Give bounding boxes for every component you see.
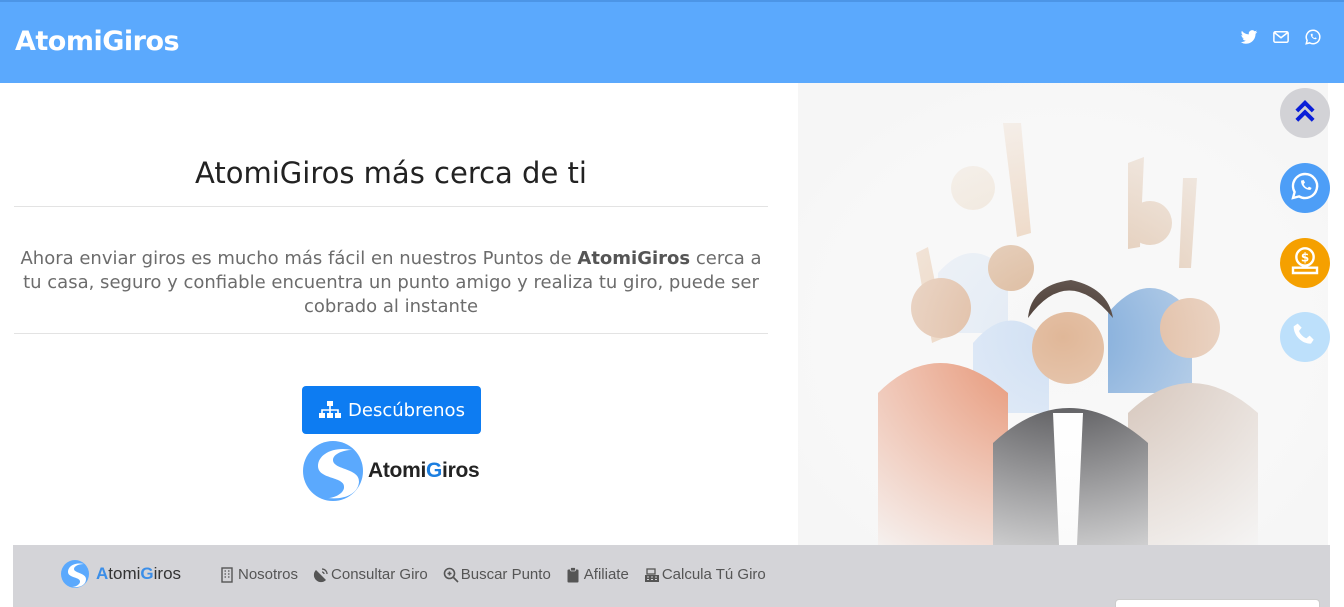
- hero-description: Ahora enviar giros es mucho más fácil en…: [20, 248, 762, 317]
- search-plus-icon: [443, 567, 459, 583]
- hero-section: AtomiGiros más cerca de ti Ahora enviar …: [14, 83, 768, 545]
- money-float-button[interactable]: $: [1280, 238, 1330, 288]
- nav-item-buscar-punto[interactable]: Buscar Punto: [443, 566, 551, 583]
- double-chevron-up-icon: [1291, 97, 1319, 129]
- discover-label: Descúbrenos: [348, 399, 465, 421]
- phone-float-button[interactable]: [1280, 312, 1330, 362]
- hero-bold-brand: AtomiGiros: [577, 248, 691, 269]
- social-links: [1240, 28, 1322, 46]
- hero-people-image: [798, 83, 1328, 545]
- scroll-top-button[interactable]: [1280, 88, 1330, 138]
- cash-register-icon: [644, 567, 659, 583]
- clipboard-icon: [566, 566, 580, 583]
- nav-item-nosotros[interactable]: Nosotros: [220, 566, 298, 583]
- sitemap-icon: [318, 400, 342, 420]
- phone-icon: [1289, 319, 1321, 355]
- twitter-icon[interactable]: [1240, 28, 1258, 46]
- footer-brand[interactable]: AtomiGiros: [60, 559, 181, 589]
- corner-widget[interactable]: [1115, 599, 1320, 607]
- divider: [14, 333, 768, 334]
- building-icon: [220, 566, 234, 583]
- nav-item-calcula-tu-giro[interactable]: Calcula Tú Giro: [644, 566, 766, 583]
- svg-text:$: $: [1301, 250, 1309, 264]
- nav-item-consultar-giro[interactable]: Consultar Giro: [313, 566, 428, 583]
- logo-wordmark: AtomiGiros: [368, 459, 480, 482]
- logo-mark-icon: [60, 559, 90, 589]
- footer-wordmark: AtomiGiros: [96, 564, 182, 583]
- whatsapp-float-button[interactable]: [1280, 163, 1330, 213]
- brand-title[interactable]: AtomiGiros: [15, 26, 180, 57]
- discover-button[interactable]: Descúbrenos: [302, 386, 481, 434]
- bottom-navbar: AtomiGiros Nosotros Consultar Giro Busca…: [13, 545, 1330, 607]
- atomigiros-logo: AtomiGiros: [302, 440, 482, 502]
- whatsapp-icon: [1289, 170, 1321, 206]
- divider: [14, 206, 768, 207]
- logo-mark-icon: [302, 440, 366, 502]
- whatsapp-icon[interactable]: [1304, 28, 1322, 46]
- money-icon: $: [1289, 245, 1321, 281]
- footer-nav: Nosotros Consultar Giro Buscar Punto Afi…: [220, 566, 766, 583]
- envelope-icon[interactable]: [1272, 28, 1290, 46]
- nav-item-afiliate[interactable]: Afiliate: [566, 566, 629, 583]
- satellite-icon: [313, 567, 328, 583]
- top-header: AtomiGiros: [0, 0, 1344, 83]
- hero-title: AtomiGiros más cerca de ti: [195, 156, 587, 190]
